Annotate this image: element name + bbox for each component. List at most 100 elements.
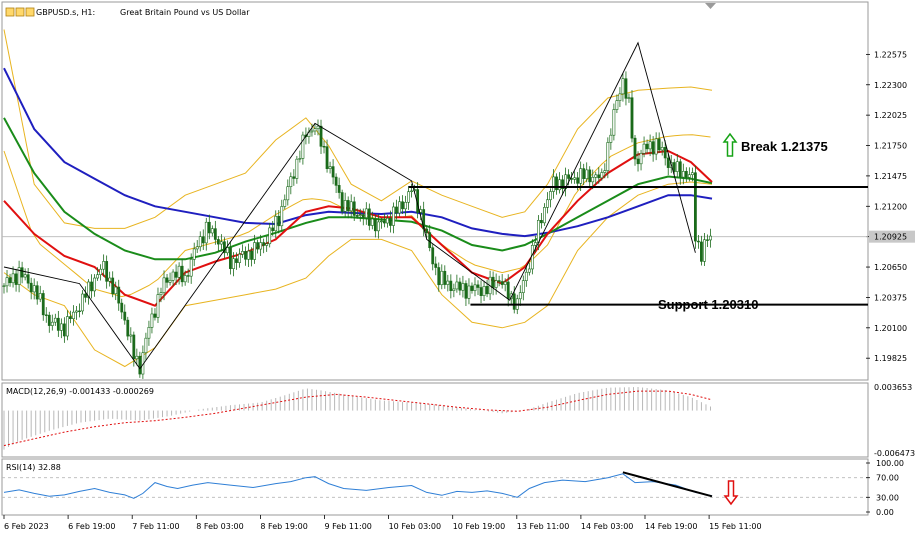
candle-body — [591, 177, 595, 183]
macd-axis-bottom: -0.006473 — [874, 449, 915, 458]
candle-body — [443, 270, 447, 285]
candle-body — [84, 293, 87, 298]
candle-body — [389, 217, 392, 226]
candle-body — [253, 242, 256, 260]
candle-body — [183, 275, 187, 283]
price-chart[interactable]: GBPUSD.s, H1: Great Britain Pound vs US … — [0, 0, 920, 538]
macd-axis-top: 0.003653 — [874, 383, 912, 392]
candle-body — [72, 311, 75, 319]
candle-body — [567, 174, 570, 179]
candle-body — [546, 199, 549, 208]
candle-body — [207, 221, 211, 234]
candle-body — [247, 250, 250, 260]
price-tick-label: 1.22025 — [874, 111, 907, 120]
candle-body — [506, 281, 510, 299]
candle-body — [434, 263, 438, 268]
candle-body — [386, 217, 389, 224]
candle-body — [648, 141, 652, 150]
time-tick-label: 14 Feb 03:00 — [581, 522, 633, 531]
time-tick-label: 13 Feb 11:00 — [517, 522, 569, 531]
time-tick-label: 7 Feb 11:00 — [132, 522, 179, 531]
candle-body — [358, 214, 362, 216]
candle-body — [431, 247, 435, 265]
candle-body — [340, 192, 344, 212]
candle-body — [262, 242, 266, 246]
candle-body — [241, 251, 244, 255]
candle-body — [446, 280, 450, 285]
candle-body — [709, 235, 712, 241]
candle-body — [78, 310, 81, 313]
price-tick-label: 1.21200 — [874, 202, 907, 211]
candle-body — [352, 201, 356, 216]
candle-body — [66, 316, 69, 337]
candle-body — [117, 286, 121, 304]
candle-body — [642, 143, 646, 154]
candle-body — [678, 161, 682, 178]
candle-body — [606, 142, 610, 171]
price-tick-label: 1.21475 — [874, 172, 907, 181]
candle-body — [162, 277, 166, 293]
candle-body — [280, 206, 284, 227]
candle-body — [23, 274, 27, 278]
candle-body — [81, 293, 84, 312]
candle-body — [355, 215, 359, 217]
candle-body — [428, 232, 432, 249]
candle-body — [319, 125, 323, 147]
candle-body — [99, 268, 103, 276]
candle-body — [177, 265, 181, 278]
candle-body — [192, 248, 196, 260]
candle-body — [464, 283, 468, 299]
candle-body — [147, 327, 151, 339]
candle-body — [536, 220, 540, 243]
candle-body — [630, 97, 634, 139]
candle-body — [467, 285, 471, 299]
candle-body — [105, 261, 109, 282]
candle-body — [425, 228, 429, 233]
candle-body — [226, 247, 229, 254]
candle-body — [476, 284, 480, 288]
candle-body — [334, 176, 338, 186]
candle-body — [195, 246, 199, 250]
price-tick-label: 1.22300 — [874, 81, 907, 90]
candle-body — [5, 277, 9, 287]
rsi-tick-label: 70.00 — [876, 474, 899, 483]
candle-body — [268, 227, 272, 245]
candle-body — [126, 319, 130, 337]
candle-body — [331, 166, 335, 178]
candle-body — [265, 243, 269, 246]
candle-body — [69, 316, 72, 319]
candle-body — [573, 177, 577, 180]
candle-body — [29, 282, 33, 293]
candle-body — [277, 215, 281, 227]
candle-body — [410, 190, 413, 193]
candle-body — [135, 355, 139, 360]
candle-body — [346, 200, 350, 212]
candle-body — [367, 208, 371, 226]
macd-label: MACD(12,26,9) -0.001433 -0.000269 — [6, 387, 154, 396]
candle-body — [401, 201, 404, 210]
candle-body — [654, 138, 658, 155]
candle-body — [20, 267, 24, 278]
candle-body — [636, 158, 640, 165]
candle-body — [349, 201, 353, 212]
time-tick-label: 15 Feb 11:00 — [709, 522, 761, 531]
candle-body — [494, 280, 498, 288]
candle-body — [485, 286, 489, 295]
candle-body — [600, 172, 604, 179]
candle-body — [361, 214, 365, 218]
time-tick-label: 10 Feb 19:00 — [453, 522, 505, 531]
period-icon — [15, 7, 25, 17]
candle-body — [594, 174, 598, 178]
candle-body — [666, 157, 670, 168]
candle-body — [186, 275, 190, 277]
candle-body — [259, 242, 263, 250]
candle-body — [235, 258, 238, 263]
candle-body — [621, 78, 625, 95]
candle-body — [159, 292, 163, 295]
candle-body — [295, 158, 299, 179]
rsi-tick-label: 100.00 — [876, 459, 904, 468]
candle-body — [328, 166, 332, 169]
candle-body — [651, 141, 655, 155]
price-tick-label: 1.20100 — [874, 324, 907, 333]
rsi-label: RSI(14) 32.88 — [6, 463, 61, 472]
